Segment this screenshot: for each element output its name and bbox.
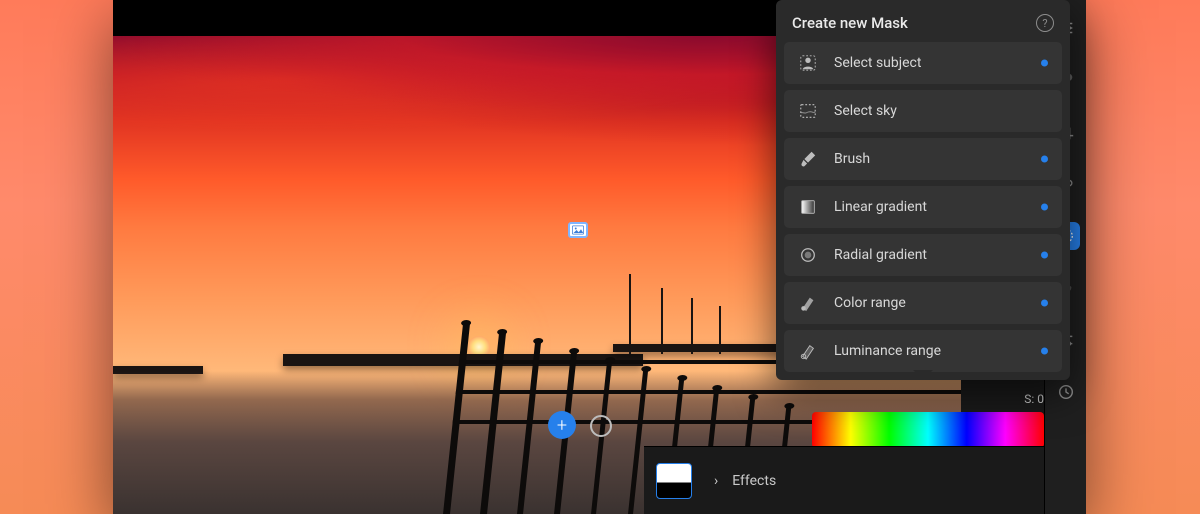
luminance-range-icon <box>798 341 818 361</box>
mask-option-color-range[interactable]: Color range <box>784 282 1062 324</box>
mask-pin-icon[interactable] <box>568 222 588 238</box>
mask-option-radial-gradient[interactable]: Radial gradient <box>784 234 1062 276</box>
new-feature-dot-icon <box>1041 300 1048 307</box>
linear-gradient-icon <box>798 197 818 217</box>
mask-option-subject[interactable]: Select subject <box>784 42 1062 84</box>
add-mask-button[interactable]: + <box>548 411 576 439</box>
new-feature-dot-icon <box>1041 156 1048 163</box>
app-window: /* posts drawn below via JS */ <box>113 0 1086 514</box>
sky-icon <box>798 101 818 121</box>
color-range-icon <box>798 293 818 313</box>
mask-option-luminance-range[interactable]: Luminance range <box>784 330 1062 372</box>
saturation-label: S: 0 <box>1024 392 1044 406</box>
new-feature-dot-icon <box>1041 252 1048 259</box>
mask-overlay-toggle[interactable] <box>590 415 612 437</box>
mask-option-sky[interactable]: Select sky <box>784 90 1062 132</box>
mask-option-label: Select subject <box>834 55 921 71</box>
mask-strip: + › Effects <box>644 446 1044 514</box>
new-feature-dot-icon <box>1041 60 1048 67</box>
new-feature-dot-icon <box>1041 348 1048 355</box>
brush-icon <box>798 149 818 169</box>
create-mask-popover: Create new Mask ? Select subject Select s… <box>776 0 1070 380</box>
help-icon[interactable]: ? <box>1036 14 1054 32</box>
popover-title: Create new Mask <box>792 14 908 32</box>
subject-icon <box>798 53 818 73</box>
mask-option-label: Brush <box>834 151 870 167</box>
mask-option-label: Linear gradient <box>834 199 927 215</box>
mask-thumbnail[interactable] <box>656 463 692 499</box>
mask-option-label: Color range <box>834 295 906 311</box>
mask-option-linear-gradient[interactable]: Linear gradient <box>784 186 1062 228</box>
effects-section-label[interactable]: Effects <box>732 473 776 489</box>
mask-option-label: Select sky <box>834 103 897 119</box>
chevron-right-icon[interactable]: › <box>714 473 718 489</box>
radial-gradient-icon <box>798 245 818 265</box>
mask-option-brush[interactable]: Brush <box>784 138 1062 180</box>
versions-icon[interactable] <box>1052 378 1080 406</box>
mask-option-label: Radial gradient <box>834 247 927 263</box>
hue-picker[interactable] <box>812 412 1044 448</box>
new-feature-dot-icon <box>1041 204 1048 211</box>
mask-option-label: Luminance range <box>834 343 941 359</box>
